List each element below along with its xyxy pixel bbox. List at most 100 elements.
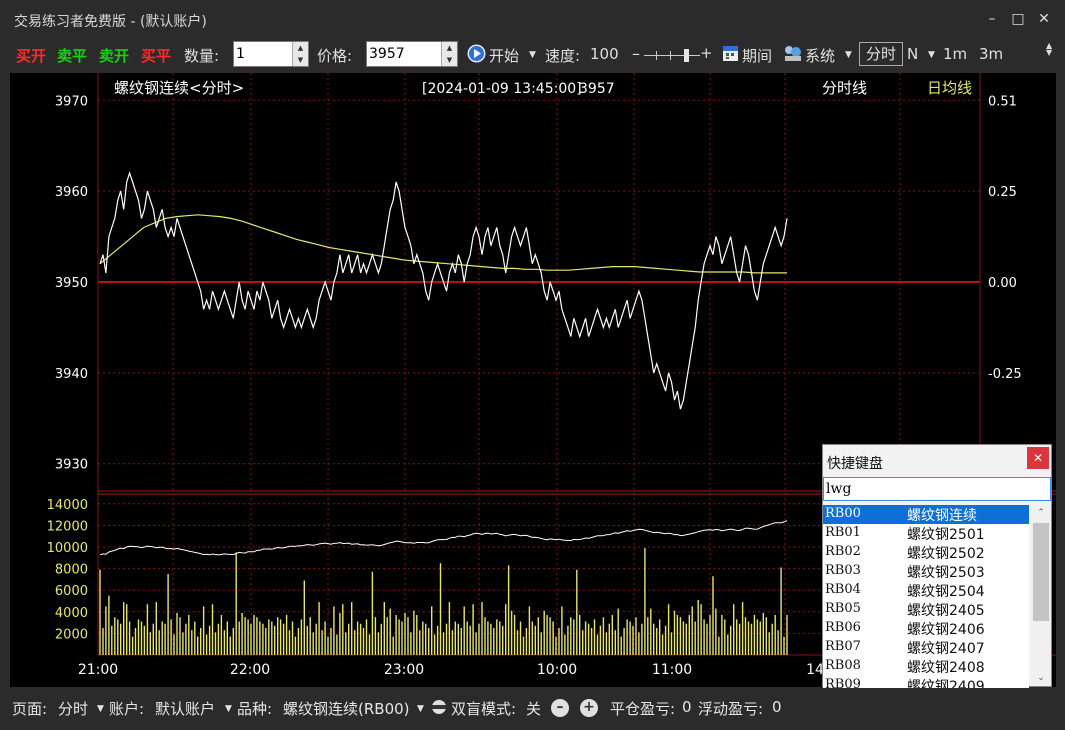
zoom-out-icon[interactable]: – <box>551 699 569 717</box>
scroll-up-icon[interactable]: ⌃ <box>1031 505 1051 521</box>
blind-mode-value[interactable]: 关 <box>526 698 541 719</box>
symbol-name: 螺纹钢2408 <box>907 660 985 676</box>
page-dropdown-icon[interactable]: ▼ <box>97 704 104 714</box>
percent-tick-label: 0.00 <box>988 276 1017 291</box>
slider-thumb[interactable] <box>684 49 689 62</box>
symbol-name: 螺纹钢2504 <box>907 584 985 600</box>
sell-close-button[interactable]: 卖平 <box>57 45 87 66</box>
quantity-input[interactable] <box>236 44 290 64</box>
plus-icon[interactable]: + <box>700 44 713 62</box>
percent-tick-label: -0.25 <box>988 367 1022 382</box>
symbol-name: 螺纹钢2501 <box>907 527 985 543</box>
n-period-button[interactable]: N <box>907 45 918 63</box>
sell-open-button[interactable]: 卖开 <box>99 45 129 66</box>
1m-button[interactable]: 1m <box>943 45 967 63</box>
time-tick-label: 10:00 <box>537 662 577 678</box>
up-arrow-icon[interactable]: ▲ <box>293 42 308 54</box>
symbol-name: 螺纹钢2409 <box>907 679 985 688</box>
time-tick-label: 11:00 <box>652 662 692 678</box>
3m-button[interactable]: 3m <box>979 45 1003 63</box>
more-icon[interactable]: ▲ ▼ <box>1046 42 1052 57</box>
symbol-code: RB02 <box>825 544 861 559</box>
list-item[interactable]: RB09 螺纹钢2409 <box>823 676 1029 688</box>
volume-tick-label: 8000 <box>55 563 88 578</box>
symbol-name: 螺纹钢2503 <box>907 565 985 581</box>
minus-icon[interactable]: – <box>632 44 640 63</box>
n-dropdown-icon[interactable]: ▼ <box>928 50 935 60</box>
symbol-name: 螺纹钢2406 <box>907 622 985 638</box>
list-item[interactable]: RB06 螺纹钢2406 <box>823 619 1029 638</box>
volume-tick-label: 14000 <box>47 498 88 513</box>
speed-slider[interactable]: – + <box>632 44 713 64</box>
price-tick-label: 3930 <box>55 458 88 473</box>
quantity-label: 数量: <box>184 47 220 65</box>
list-item[interactable]: RB01 螺纹钢2501 <box>823 524 1029 543</box>
buy-close-button[interactable]: 买平 <box>141 45 171 66</box>
quick-keyboard-popup: 快捷键盘 ✕ lwg RB00 螺纹钢连续 RB01 螺纹钢2501 RB02 螺纹钢25… <box>822 444 1052 688</box>
closed-pnl-value: 0 <box>682 698 692 716</box>
page-label: 页面: <box>12 700 48 718</box>
symbol-code: RB08 <box>825 658 861 673</box>
slider-tick <box>670 51 671 60</box>
zoom-in-icon[interactable]: + <box>580 699 598 717</box>
scroll-down-icon[interactable]: ⌄ <box>1031 670 1051 686</box>
start-button[interactable]: 开始 <box>489 45 519 66</box>
start-dropdown-icon[interactable]: ▼ <box>529 50 536 60</box>
maximize-icon[interactable]: □ <box>1006 8 1030 30</box>
variety-selector[interactable]: 螺纹钢连续(RB00) <box>283 698 410 719</box>
percent-tick-label: 0.25 <box>988 185 1017 200</box>
account-selector[interactable]: 默认账户 <box>155 698 215 719</box>
system-icon[interactable] <box>783 44 803 66</box>
calendar-icon[interactable] <box>722 44 739 66</box>
system-button[interactable]: 系统 <box>805 45 835 66</box>
price-tick-label: 3960 <box>55 185 88 200</box>
minute-chart-button[interactable]: 分时 <box>859 42 904 66</box>
list-item[interactable]: RB00 螺纹钢连续 <box>823 505 1029 524</box>
quick-keyboard-input[interactable]: lwg <box>823 477 1051 501</box>
slider-tick <box>656 51 657 60</box>
system-dropdown-icon[interactable]: ▼ <box>845 50 852 60</box>
average-line <box>99 214 787 274</box>
list-item[interactable]: RB07 螺纹钢2407 <box>823 638 1029 657</box>
blind-mode-label: 双盲模式: <box>451 700 517 718</box>
time-tick-label: 23:00 <box>384 662 424 678</box>
floating-pnl-value: 0 <box>772 698 782 716</box>
list-item[interactable]: RB04 螺纹钢2504 <box>823 581 1029 600</box>
up-arrow-icon[interactable]: ▲ <box>442 42 457 54</box>
variety-label: 品种: <box>237 700 273 718</box>
list-scrollbar[interactable]: ⌃ ⌄ <box>1031 505 1051 686</box>
quantity-stepper[interactable]: ▲▼ <box>233 41 309 67</box>
price-line <box>99 171 788 410</box>
symbol-code: RB07 <box>825 639 861 654</box>
price-stepper[interactable]: ▲▼ <box>366 41 458 67</box>
close-icon[interactable]: ✕ <box>1032 8 1056 30</box>
blindfold-icon <box>430 699 448 719</box>
volume-tick-label: 4000 <box>55 606 88 621</box>
list-item[interactable]: RB08 螺纹钢2408 <box>823 657 1029 676</box>
list-item[interactable]: RB02 螺纹钢2502 <box>823 543 1029 562</box>
window-title: 交易练习者免费版 - (默认账户) <box>14 14 207 30</box>
page-selector[interactable]: 分时 <box>58 698 88 719</box>
account-dropdown-icon[interactable]: ▼ <box>225 704 232 714</box>
scrollbar-thumb[interactable] <box>1033 523 1049 621</box>
buy-open-button[interactable]: 买开 <box>16 45 46 66</box>
time-tick-label: 22:00 <box>230 662 270 678</box>
variety-dropdown-icon[interactable]: ▼ <box>417 704 424 714</box>
volume-tick-label: 12000 <box>47 519 88 534</box>
period-button[interactable]: 期间 <box>742 45 772 66</box>
down-arrow-icon[interactable]: ▼ <box>293 54 308 66</box>
price-label: 价格: <box>317 47 353 65</box>
closed-pnl-label: 平仓盈亏: <box>610 700 676 718</box>
play-icon[interactable] <box>467 44 486 67</box>
price-input[interactable] <box>369 44 439 64</box>
symbol-code: RB01 <box>825 525 861 540</box>
list-item[interactable]: RB03 螺纹钢2503 <box>823 562 1029 581</box>
chart-symbol-title: 螺纹钢连续<分时> <box>114 79 244 97</box>
list-item[interactable]: RB05 螺纹钢2405 <box>823 600 1029 619</box>
chart-current-price: 3957 <box>579 81 615 97</box>
down-arrow-icon[interactable]: ▼ <box>442 54 457 66</box>
symbol-list: RB00 螺纹钢连续 RB01 螺纹钢2501 RB02 螺纹钢2502 RB03 螺纹钢25… <box>823 505 1029 688</box>
close-icon[interactable]: ✕ <box>1027 447 1049 469</box>
minimize-icon[interactable]: – <box>980 8 1004 30</box>
price-tick-label: 3950 <box>55 276 88 291</box>
